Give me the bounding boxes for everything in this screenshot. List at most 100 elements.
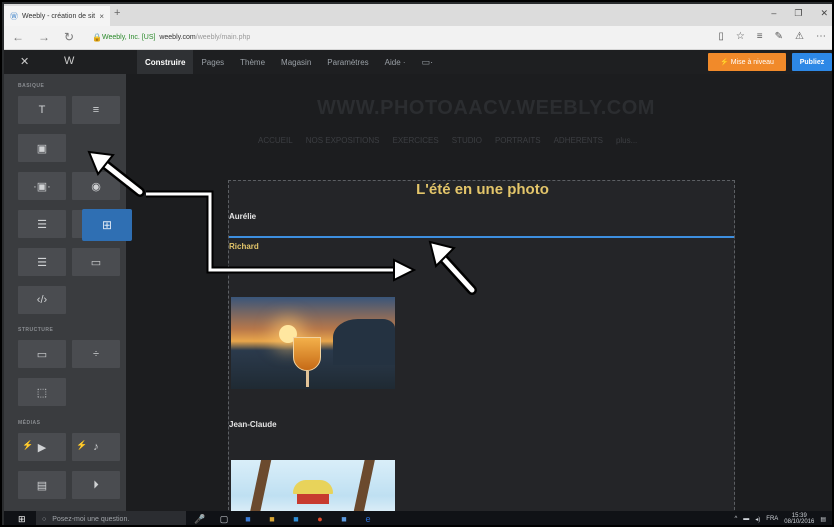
code-icon: ‹/› bbox=[36, 294, 48, 306]
site-nav-portraits[interactable]: PORTRAITS bbox=[495, 136, 541, 145]
reading-view-icon[interactable]: ▯ bbox=[718, 31, 724, 42]
red-cloth-shape bbox=[297, 494, 329, 504]
screen: Ⓦ Weebly - création de sit × + – ❐ ✕ ← →… bbox=[0, 0, 834, 527]
browser-app-icon[interactable]: ■ bbox=[290, 513, 302, 525]
survey-element[interactable]: ☰ bbox=[18, 248, 66, 276]
more-icon[interactable]: ⋯ bbox=[816, 31, 826, 42]
network-icon[interactable]: ▬ bbox=[743, 516, 749, 522]
text-element[interactable]: ≡ bbox=[72, 96, 120, 124]
form-element[interactable]: ☰ bbox=[18, 210, 66, 238]
image-element[interactable]: ▣ bbox=[18, 134, 66, 162]
video-element[interactable]: ⚡ ▶ bbox=[18, 433, 66, 461]
web-note-icon[interactable]: ✎ bbox=[775, 31, 783, 42]
cortana-placeholder: Posez-moi une question. bbox=[52, 515, 130, 523]
clock-date: 08/10/2016 bbox=[784, 519, 815, 525]
browser-tab[interactable]: Ⓦ Weebly - création de sit × bbox=[4, 6, 110, 26]
back-button[interactable]: ← bbox=[12, 30, 24, 44]
section-element[interactable]: ▭ bbox=[18, 340, 66, 368]
url-host: weebly.com bbox=[159, 34, 196, 41]
member-name-jean-claude[interactable]: Jean-Claude bbox=[229, 420, 277, 429]
sunset-wine-photo[interactable] bbox=[231, 297, 395, 389]
gallery-grid-icon: ⊞ bbox=[101, 218, 113, 232]
firefox-icon[interactable]: ● bbox=[314, 513, 326, 525]
minimize-button[interactable]: – bbox=[771, 8, 776, 19]
hub-icon[interactable]: ≡ bbox=[757, 31, 763, 42]
language-indicator[interactable]: FRA bbox=[766, 516, 778, 522]
tab-close-icon[interactable]: × bbox=[99, 12, 104, 21]
upgrade-button[interactable]: ⚡ Mise à niveau bbox=[708, 53, 786, 71]
new-tab-button[interactable]: + bbox=[114, 7, 120, 19]
divider-element[interactable]: ÷ bbox=[72, 340, 120, 368]
content-block[interactable]: L'été en une photo Aurélie Richard Jean-… bbox=[228, 180, 735, 520]
refresh-button[interactable]: ↻ bbox=[64, 30, 74, 44]
site-nav-accueil[interactable]: ACCUEIL bbox=[258, 136, 293, 145]
weebly-toolbar: ✕ W Construire Pages Thème Magasin Param… bbox=[4, 50, 832, 74]
map-pin-icon: ◉ bbox=[91, 180, 101, 193]
map-element[interactable]: ◉ bbox=[72, 172, 120, 200]
close-editor-icon[interactable]: ✕ bbox=[20, 55, 29, 68]
site-nav-more[interactable]: plus... bbox=[616, 136, 637, 145]
button-element[interactable]: ▭ bbox=[72, 248, 120, 276]
site-navigation: ACCUEIL NOS EXPOSITIONS EXERCICES STUDIO… bbox=[258, 136, 637, 145]
cortana-search[interactable]: ○ Posez-moi une question. bbox=[36, 511, 186, 525]
share-icon[interactable]: ⚠ bbox=[795, 31, 804, 42]
site-title: WWW.PHOTOAACV.WEEBLY.COM bbox=[317, 97, 655, 119]
dragged-element[interactable]: ⊞ bbox=[82, 209, 132, 241]
edge-icon[interactable]: e bbox=[362, 513, 374, 525]
title-element[interactable]: T bbox=[18, 96, 66, 124]
store-icon[interactable]: ■ bbox=[266, 513, 278, 525]
tab-title: Weebly - création de sit bbox=[22, 12, 96, 20]
window-controls: – ❐ ✕ bbox=[771, 8, 828, 19]
cortana-circle-icon: ○ bbox=[42, 515, 47, 523]
forward-button[interactable]: → bbox=[38, 30, 50, 44]
spacer-element[interactable]: ⬚ bbox=[18, 378, 66, 406]
weebly-logo-icon[interactable]: W bbox=[64, 55, 74, 67]
clock[interactable]: 15:39 08/10/2016 bbox=[784, 513, 814, 525]
tab-parametres[interactable]: Paramètres bbox=[319, 50, 376, 74]
weebly-favicon-icon: Ⓦ bbox=[10, 11, 18, 21]
member-name-richard[interactable]: Richard bbox=[229, 242, 259, 251]
block-title[interactable]: L'été en une photo bbox=[229, 181, 736, 198]
checklist-icon: ☰ bbox=[37, 256, 47, 269]
task-view-icon[interactable]: ▢ bbox=[218, 513, 230, 525]
site-nav-adherents[interactable]: ADHERENTS bbox=[554, 136, 603, 145]
drop-indicator-line bbox=[229, 236, 734, 238]
gallery-element[interactable]: ·▣· bbox=[18, 172, 66, 200]
photos-app-icon[interactable]: ■ bbox=[338, 513, 350, 525]
tray-chevron-icon[interactable]: ^ bbox=[734, 516, 737, 522]
tab-theme[interactable]: Thème bbox=[232, 50, 273, 74]
close-window-button[interactable]: ✕ bbox=[820, 8, 828, 19]
member-name-aurelie[interactable]: Aurélie bbox=[229, 212, 256, 221]
spacer-icon: ⬚ bbox=[36, 386, 48, 399]
publish-button[interactable]: Publiez bbox=[792, 53, 832, 71]
tab-construire[interactable]: Construire bbox=[137, 50, 194, 74]
embed-code-element[interactable]: ‹/› bbox=[18, 286, 66, 314]
volume-icon[interactable]: ◂) bbox=[755, 516, 760, 523]
certificate-name: Weebly, Inc. [US] bbox=[102, 34, 156, 41]
url-field[interactable]: Weebly, Inc. [US] weebly.com/weebly/main… bbox=[102, 34, 250, 41]
url-path: /weebly/main.php bbox=[195, 34, 251, 41]
site-nav-exercices[interactable]: EXERCICES bbox=[392, 136, 438, 145]
maximize-button[interactable]: ❐ bbox=[794, 8, 802, 19]
paragraph-icon: ≡ bbox=[92, 104, 100, 116]
notification-icon[interactable]: ▤ bbox=[820, 516, 826, 523]
mic-icon[interactable]: 🎤 bbox=[194, 513, 206, 525]
taskbar-apps: 🎤 ▢ ■ ■ ■ ● ■ e bbox=[194, 513, 374, 525]
favorite-star-icon[interactable]: ☆ bbox=[736, 31, 745, 42]
device-preview-icon[interactable]: ▭· bbox=[414, 50, 442, 74]
audio-icon: ♪ bbox=[93, 441, 99, 453]
youtube-element[interactable]: ⏵ bbox=[72, 471, 120, 499]
site-nav-studio[interactable]: STUDIO bbox=[452, 136, 482, 145]
wine-glass-shape bbox=[293, 337, 321, 371]
tab-pages[interactable]: Pages bbox=[193, 50, 232, 74]
section-icon: ▭ bbox=[36, 348, 48, 361]
windows-start-icon[interactable]: ⊞ bbox=[18, 514, 26, 525]
tab-magasin[interactable]: Magasin bbox=[273, 50, 319, 74]
document-element[interactable]: ▤ bbox=[18, 471, 66, 499]
audio-element[interactable]: ⚡ ♪ bbox=[72, 433, 120, 461]
tab-aide[interactable]: Aide · bbox=[377, 50, 414, 74]
section-label-structure: STRUCTURE bbox=[18, 327, 54, 333]
file-explorer-icon[interactable]: ■ bbox=[242, 513, 254, 525]
lock-icon: 🔒 bbox=[92, 33, 102, 42]
site-nav-expositions[interactable]: NOS EXPOSITIONS bbox=[306, 136, 380, 145]
